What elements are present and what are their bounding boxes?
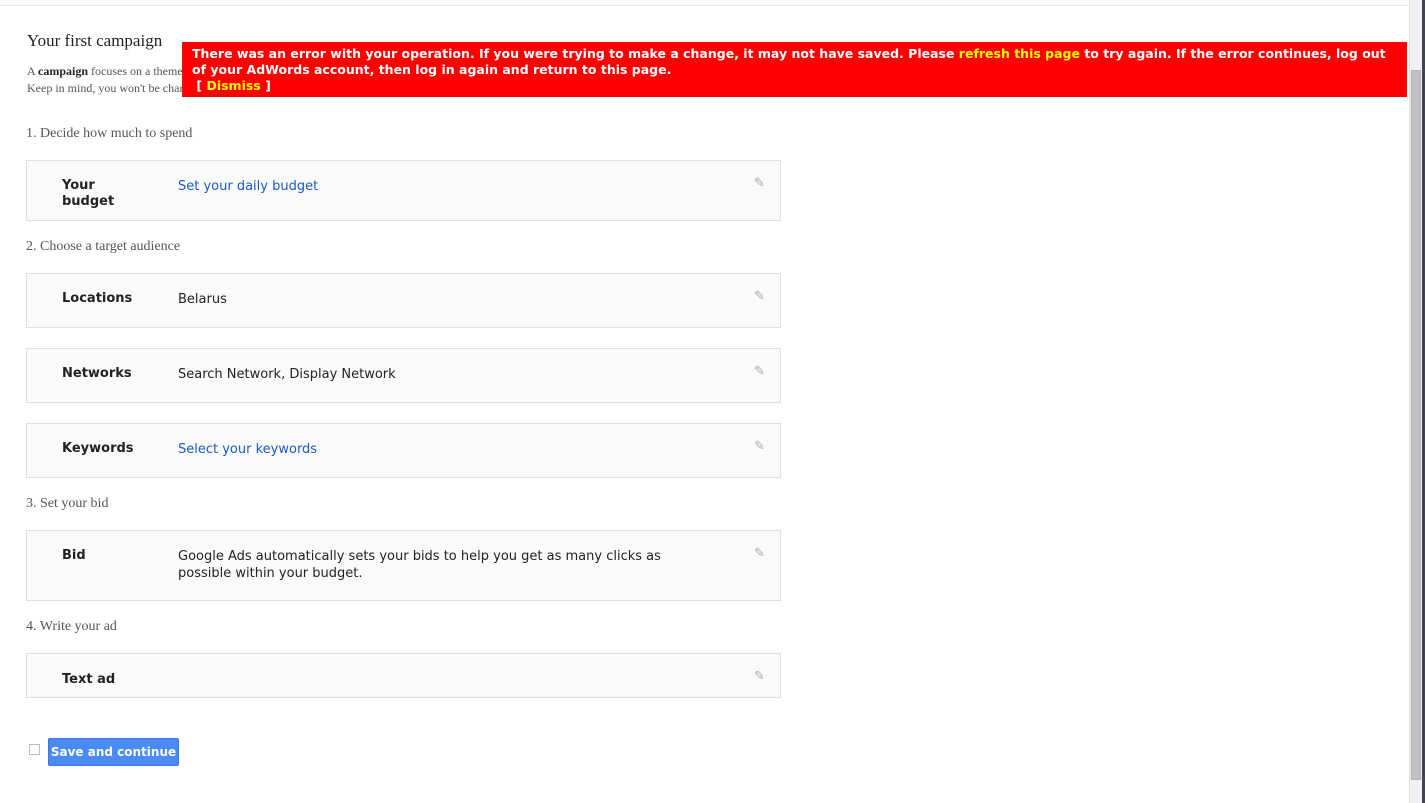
card-networks[interactable]: Networks Search Network, Display Network… — [26, 348, 781, 403]
top-divider — [0, 5, 1408, 6]
error-text: There was an error with your operation. … — [192, 46, 959, 61]
card-text-ad[interactable]: Text ad ✎ — [26, 653, 781, 698]
card-label: Locations — [62, 291, 133, 306]
error-banner: There was an error with your operation. … — [182, 42, 1407, 97]
checkbox[interactable] — [29, 744, 40, 755]
step-heading-audience: 2. Choose a target audience — [26, 239, 181, 254]
intro-text: A campaign focuses on a theme Keep in mi… — [27, 63, 187, 97]
step-heading-ad: 4. Write your ad — [26, 619, 117, 634]
card-value: Google Ads automatically sets your bids … — [178, 549, 661, 581]
dismiss-link[interactable]: Dismiss — [206, 78, 260, 93]
intro-prefix: A — [27, 64, 39, 78]
pencil-icon[interactable]: ✎ — [754, 670, 766, 683]
pencil-icon[interactable]: ✎ — [754, 290, 766, 303]
refresh-link[interactable]: refresh this page — [959, 46, 1080, 61]
card-bid[interactable]: Bid Google Ads automatically sets your b… — [26, 530, 781, 601]
save-and-continue-button[interactable]: Save and continue — [48, 738, 179, 766]
page-title: Your first campaign — [27, 31, 163, 50]
step-heading-budget: 1. Decide how much to spend — [26, 126, 193, 141]
pencil-icon[interactable]: ✎ — [754, 177, 766, 190]
step-heading-bid: 3. Set your bid — [26, 496, 109, 511]
scrollbar-thumb[interactable] — [1411, 70, 1421, 780]
card-keywords[interactable]: Keywords Select your keywords ✎ — [26, 423, 781, 478]
keywords-link[interactable]: Select your keywords — [178, 441, 688, 458]
card-label: Bid — [62, 548, 86, 563]
bracket: ] — [260, 78, 271, 93]
card-label: Your budget — [62, 178, 115, 209]
card-locations[interactable]: Locations Belarus ✎ — [26, 273, 781, 328]
pencil-icon[interactable]: ✎ — [754, 440, 766, 453]
intro-rest: focuses on a theme — [88, 64, 183, 78]
bracket: [ — [196, 78, 207, 93]
intro-bold: campaign — [38, 64, 89, 78]
card-label: Text ad — [62, 672, 116, 687]
pencil-icon[interactable]: ✎ — [754, 547, 766, 560]
card-label: Keywords — [62, 441, 134, 456]
intro-line2: Keep in mind, you won't be charged — [27, 81, 187, 95]
card-label: Networks — [62, 366, 132, 381]
card-budget[interactable]: Your budget Set your daily budget ✎ — [26, 160, 781, 221]
pencil-icon[interactable]: ✎ — [754, 365, 766, 378]
budget-link[interactable]: Set your daily budget — [178, 178, 688, 195]
card-value: Belarus — [178, 292, 227, 307]
card-value: Search Network, Display Network — [178, 367, 396, 382]
